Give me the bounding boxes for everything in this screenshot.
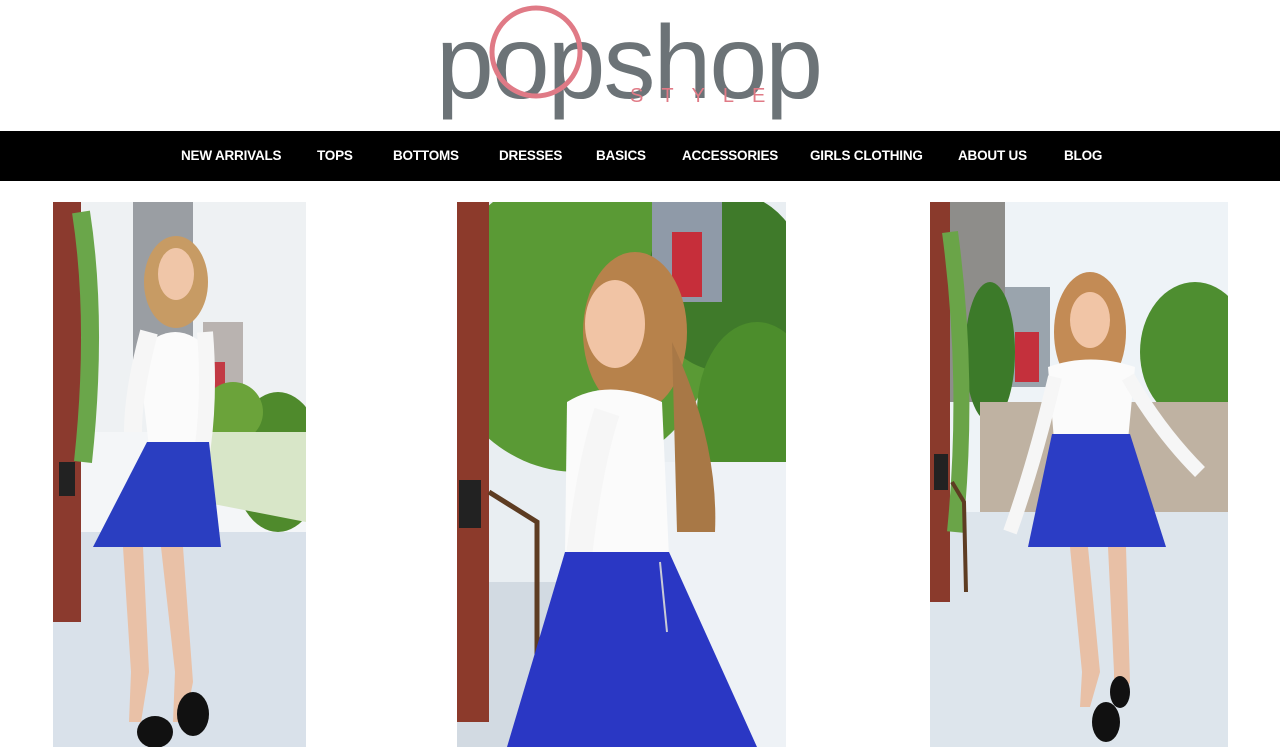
nav-link-dresses[interactable]: DRESSES <box>499 148 562 163</box>
nav-link-about-us[interactable]: ABOUT US <box>958 148 1027 163</box>
nav-link-tops[interactable]: TOPS <box>317 148 353 163</box>
site-header: popshop STYLE <box>0 0 1280 131</box>
photo-2-image <box>457 202 786 747</box>
product-photo-2[interactable] <box>457 202 786 747</box>
nav-item-about-us: ABOUT US <box>958 131 1027 181</box>
nav-link-bottoms[interactable]: BOTTOMS <box>393 148 459 163</box>
main-navigation: NEW ARRIVALS TOPS BOTTOMS DRESSES BASICS… <box>0 131 1280 181</box>
nav-link-new-arrivals[interactable]: NEW ARRIVALS <box>181 148 282 163</box>
nav-link-blog[interactable]: BLOG <box>1064 148 1102 163</box>
nav-link-basics[interactable]: BASICS <box>596 148 646 163</box>
nav-item-accessories: ACCESSORIES <box>682 131 778 181</box>
logo-graphic: popshop STYLE <box>436 5 823 121</box>
nav-item-tops: TOPS <box>317 131 353 181</box>
product-photo-3[interactable] <box>930 202 1228 747</box>
photo-3-image <box>930 202 1228 747</box>
nav-link-girls-clothing[interactable]: GIRLS CLOTHING <box>810 148 923 163</box>
nav-item-girls-clothing: GIRLS CLOTHING <box>810 131 923 181</box>
photo-1-image <box>53 202 306 747</box>
nav-item-blog: BLOG <box>1064 131 1102 181</box>
site-logo[interactable]: popshop STYLE <box>436 0 846 121</box>
product-gallery <box>0 202 1280 747</box>
nav-item-bottoms: BOTTOMS <box>393 131 459 181</box>
nav-item-new-arrivals: NEW ARRIVALS <box>181 131 282 181</box>
nav-item-basics: BASICS <box>596 131 646 181</box>
logo-tagline: STYLE <box>630 85 783 107</box>
nav-link-accessories[interactable]: ACCESSORIES <box>682 148 778 163</box>
nav-menu: NEW ARRIVALS TOPS BOTTOMS DRESSES BASICS… <box>0 131 1280 181</box>
product-photo-1[interactable] <box>53 202 306 747</box>
nav-item-dresses: DRESSES <box>499 131 562 181</box>
